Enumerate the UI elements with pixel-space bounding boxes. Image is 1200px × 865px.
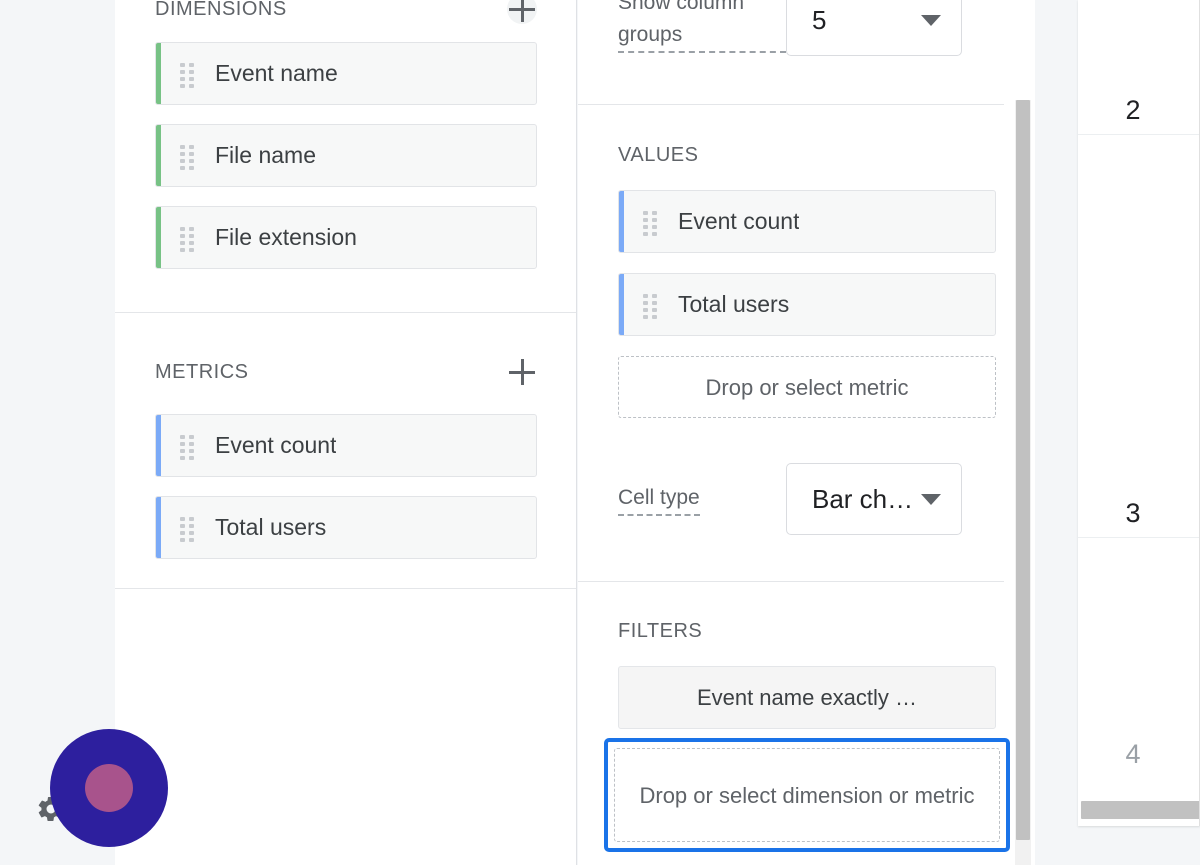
value-chip[interactable]: Event count bbox=[618, 190, 996, 253]
canvas-horizontal-scrollbar[interactable] bbox=[1081, 801, 1199, 819]
filters-dropzone-focus-ring: Drop or select dimension or metric bbox=[604, 738, 1010, 852]
value-chip-label: Total users bbox=[678, 291, 790, 317]
settings-divider bbox=[578, 581, 1004, 582]
values-section-title-wrap: VALUES bbox=[618, 144, 698, 167]
variables-panel-right-border bbox=[576, 0, 577, 865]
filters-dropzone[interactable]: Drop or select dimension or metric bbox=[614, 748, 1000, 842]
chevron-down-icon bbox=[921, 14, 941, 26]
app-root: DIMENSIONS Event name File name File ext… bbox=[0, 0, 1200, 865]
drag-handle-icon[interactable] bbox=[180, 144, 194, 170]
filter-chip[interactable]: Event name exactly … bbox=[618, 666, 996, 729]
dimension-chip-label: File extension bbox=[215, 224, 357, 250]
settings-divider bbox=[578, 104, 1004, 105]
scrollbar-thumb[interactable] bbox=[1016, 100, 1030, 840]
dimension-chip-label: File name bbox=[215, 142, 316, 168]
table-row[interactable]: 2 bbox=[1078, 0, 1199, 135]
drag-handle-icon[interactable] bbox=[180, 516, 194, 542]
drag-handle-icon[interactable] bbox=[180, 62, 194, 88]
metric-chip-label: Total users bbox=[215, 514, 327, 540]
chevron-down-icon bbox=[921, 493, 941, 505]
cell-type-row: Cell type Bar ch… bbox=[578, 463, 1004, 535]
filters-title: FILTERS bbox=[618, 620, 703, 642]
variables-panel: DIMENSIONS Event name File name File ext… bbox=[115, 0, 577, 865]
metrics-title: METRICS bbox=[155, 360, 249, 383]
values-dropzone[interactable]: Drop or select metric bbox=[618, 356, 996, 418]
value-chip[interactable]: Total users bbox=[618, 273, 996, 336]
dimension-chip-label: Event name bbox=[215, 60, 338, 86]
dimensions-list: Event name File name File extension bbox=[115, 42, 577, 269]
table-row[interactable]: 3 bbox=[1078, 135, 1199, 538]
show-column-groups-row: Show column groups 5 bbox=[578, 0, 1004, 62]
show-column-groups-dropdown[interactable]: 5 bbox=[786, 0, 962, 56]
exploration-canvas-panel: 2 3 4 bbox=[1078, 0, 1200, 826]
dimensions-header: DIMENSIONS bbox=[115, 0, 577, 32]
metrics-header: METRICS bbox=[115, 349, 577, 395]
show-column-groups-value: 5 bbox=[812, 4, 827, 35]
settings-panel-scrollbar[interactable] bbox=[1015, 100, 1031, 865]
metrics-section: METRICS Event count Total users bbox=[115, 349, 577, 578]
table-row-number: 3 bbox=[1125, 498, 1141, 528]
filter-chip-label: Event name exactly … bbox=[696, 684, 918, 710]
drag-handle-icon[interactable] bbox=[643, 293, 657, 319]
filters-dropzone-label: Drop or select dimension or metric bbox=[639, 782, 975, 808]
cell-type-dropdown[interactable]: Bar ch… bbox=[786, 463, 962, 535]
dimensions-title: DIMENSIONS bbox=[155, 0, 287, 20]
metric-chip-label: Event count bbox=[215, 432, 337, 458]
table-row[interactable]: 4 bbox=[1078, 538, 1199, 778]
dimensions-section: DIMENSIONS Event name File name File ext… bbox=[115, 0, 577, 288]
click-indicator-dot bbox=[85, 764, 133, 812]
cell-type-value: Bar ch… bbox=[812, 483, 913, 514]
add-metric-button[interactable] bbox=[507, 357, 537, 387]
dimension-chip[interactable]: Event name bbox=[155, 42, 537, 105]
add-dimension-button[interactable] bbox=[507, 0, 537, 24]
metric-chip[interactable]: Event count bbox=[155, 414, 537, 477]
drag-handle-icon[interactable] bbox=[643, 210, 657, 236]
metrics-list: Event count Total users bbox=[115, 414, 577, 559]
drag-handle-icon[interactable] bbox=[180, 434, 194, 460]
filters-section-title-wrap: FILTERS bbox=[618, 620, 702, 643]
click-indicator bbox=[50, 729, 168, 847]
table-row-number: 4 bbox=[1125, 739, 1141, 769]
values-dropzone-label: Drop or select metric bbox=[705, 374, 909, 400]
section-divider bbox=[115, 588, 577, 589]
dimension-chip[interactable]: File extension bbox=[155, 206, 537, 269]
value-chip-label: Event count bbox=[678, 208, 800, 234]
show-column-groups-label: Show column groups bbox=[618, 0, 786, 53]
values-title: VALUES bbox=[618, 144, 699, 166]
metric-chip[interactable]: Total users bbox=[155, 496, 537, 559]
drag-handle-icon[interactable] bbox=[180, 226, 194, 252]
tab-settings-panel: Show column groups 5 VALUES Event count … bbox=[578, 0, 1035, 865]
section-divider bbox=[115, 312, 577, 313]
cell-type-label: Cell type bbox=[618, 482, 700, 516]
dimension-chip[interactable]: File name bbox=[155, 124, 537, 187]
table-row-number: 2 bbox=[1125, 95, 1141, 125]
